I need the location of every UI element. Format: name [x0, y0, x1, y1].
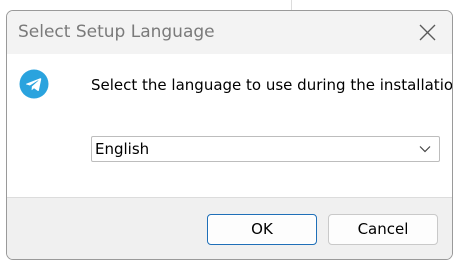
dialog-content: Select the language to use during the in… — [7, 54, 452, 197]
ok-button[interactable]: OK — [207, 214, 317, 245]
language-select[interactable]: English — [91, 136, 440, 162]
dialog-title: Select Setup Language — [18, 22, 215, 42]
cancel-button[interactable]: Cancel — [328, 214, 438, 245]
telegram-icon — [19, 69, 49, 99]
title-bar: Select Setup Language — [7, 11, 452, 54]
close-icon — [419, 24, 436, 41]
close-button[interactable] — [406, 11, 452, 54]
button-bar: OK Cancel — [7, 197, 452, 259]
setup-language-dialog: Select Setup Language Select the languag… — [6, 10, 453, 260]
language-select-value: English — [95, 140, 150, 158]
chevron-down-icon — [419, 146, 431, 153]
instruction-text: Select the language to use during the in… — [91, 76, 453, 94]
